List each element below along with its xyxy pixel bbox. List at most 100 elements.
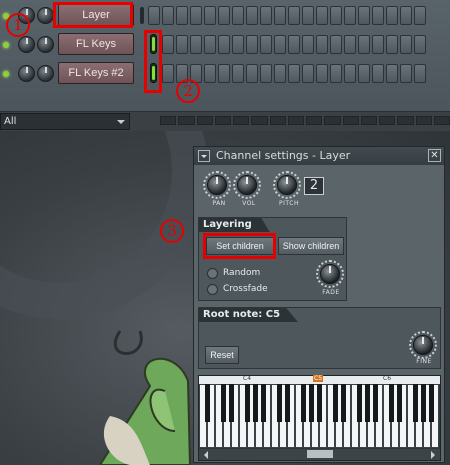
step-button[interactable] bbox=[204, 64, 216, 83]
step-button[interactable] bbox=[148, 6, 160, 25]
show-children-button[interactable]: Show children bbox=[278, 237, 344, 255]
pan-knob[interactable] bbox=[207, 175, 227, 195]
black-key[interactable] bbox=[316, 384, 322, 422]
step-button[interactable] bbox=[316, 6, 328, 25]
root-note-tab[interactable]: Root note: C5 bbox=[199, 308, 299, 322]
window-titlebar[interactable]: Channel settings - Layer ✕ bbox=[194, 147, 444, 165]
step-button[interactable] bbox=[400, 35, 412, 54]
pan-knob[interactable] bbox=[18, 36, 35, 53]
step-button[interactable] bbox=[330, 64, 342, 83]
step-button[interactable] bbox=[190, 35, 202, 54]
volume-knob[interactable] bbox=[37, 7, 54, 24]
black-key[interactable] bbox=[340, 384, 346, 422]
step-button[interactable] bbox=[260, 6, 272, 25]
reset-button[interactable]: Reset bbox=[205, 346, 239, 364]
step-button[interactable] bbox=[232, 6, 244, 25]
layering-tab[interactable]: Layering bbox=[199, 218, 270, 232]
channel-filter-dropdown[interactable]: All bbox=[0, 113, 130, 130]
step-button[interactable] bbox=[344, 6, 356, 25]
step-button[interactable] bbox=[274, 6, 286, 25]
scrollbar-thumb[interactable] bbox=[307, 450, 333, 458]
step-button[interactable] bbox=[204, 35, 216, 54]
step-button[interactable] bbox=[162, 6, 174, 25]
step-button[interactable] bbox=[246, 6, 258, 25]
black-key[interactable] bbox=[244, 384, 250, 422]
black-key[interactable] bbox=[412, 384, 418, 422]
pitch-range-display[interactable]: 2 bbox=[304, 177, 324, 195]
step-button[interactable] bbox=[330, 6, 342, 25]
black-key[interactable] bbox=[332, 384, 338, 422]
step-button[interactable] bbox=[386, 35, 398, 54]
random-radio[interactable] bbox=[207, 268, 218, 279]
volume-knob[interactable] bbox=[237, 175, 257, 195]
black-key[interactable] bbox=[252, 384, 258, 422]
step-button[interactable] bbox=[260, 64, 272, 83]
step-button[interactable] bbox=[232, 35, 244, 54]
step-button[interactable] bbox=[330, 35, 342, 54]
step-button[interactable] bbox=[288, 6, 300, 25]
fine-knob[interactable] bbox=[413, 335, 433, 355]
step-button[interactable] bbox=[302, 35, 314, 54]
step-button[interactable] bbox=[372, 6, 384, 25]
black-key[interactable] bbox=[308, 384, 314, 422]
step-button[interactable] bbox=[316, 64, 328, 83]
step-button[interactable] bbox=[344, 35, 356, 54]
step-button[interactable] bbox=[218, 64, 230, 83]
step-button[interactable] bbox=[190, 6, 202, 25]
black-key[interactable] bbox=[204, 384, 210, 422]
step-button[interactable] bbox=[344, 64, 356, 83]
step-button[interactable] bbox=[218, 6, 230, 25]
step-button[interactable] bbox=[246, 35, 258, 54]
step-button[interactable] bbox=[288, 35, 300, 54]
step-button[interactable] bbox=[176, 35, 188, 54]
black-key[interactable] bbox=[388, 384, 394, 422]
pan-knob[interactable] bbox=[18, 65, 35, 82]
step-button[interactable] bbox=[232, 64, 244, 83]
step-button[interactable] bbox=[358, 35, 370, 54]
step-button[interactable] bbox=[358, 64, 370, 83]
step-button[interactable] bbox=[204, 6, 216, 25]
pitch-knob[interactable] bbox=[277, 175, 297, 195]
scroll-left-icon[interactable] bbox=[200, 451, 208, 459]
step-button[interactable] bbox=[218, 35, 230, 54]
step-button[interactable] bbox=[400, 6, 412, 25]
black-key[interactable] bbox=[300, 384, 306, 422]
keyboard-scrollbar[interactable] bbox=[199, 449, 440, 460]
black-key[interactable] bbox=[276, 384, 282, 422]
black-key[interactable] bbox=[420, 384, 426, 422]
channel-led[interactable] bbox=[3, 42, 9, 48]
step-button[interactable] bbox=[372, 64, 384, 83]
step-button[interactable] bbox=[414, 64, 426, 83]
volume-knob[interactable] bbox=[37, 65, 54, 82]
channel-led[interactable] bbox=[3, 71, 9, 77]
step-button[interactable] bbox=[162, 35, 174, 54]
black-key[interactable] bbox=[428, 384, 434, 422]
window-menu-icon[interactable] bbox=[198, 150, 210, 162]
step-button[interactable] bbox=[386, 6, 398, 25]
step-button[interactable] bbox=[246, 64, 258, 83]
step-button[interactable] bbox=[162, 64, 174, 83]
step-button[interactable] bbox=[372, 35, 384, 54]
black-key[interactable] bbox=[284, 384, 290, 422]
channel-select-bar[interactable] bbox=[140, 7, 144, 24]
volume-knob[interactable] bbox=[37, 36, 54, 53]
scroll-right-icon[interactable] bbox=[431, 451, 439, 459]
step-button[interactable] bbox=[274, 64, 286, 83]
rack-scroll-strip[interactable] bbox=[160, 116, 450, 125]
black-key[interactable] bbox=[228, 384, 234, 422]
channel-button-fl-keys[interactable]: FL Keys bbox=[58, 33, 134, 55]
step-button[interactable] bbox=[176, 6, 188, 25]
step-button[interactable] bbox=[288, 64, 300, 83]
step-button[interactable] bbox=[274, 35, 286, 54]
step-button[interactable] bbox=[358, 6, 370, 25]
step-button[interactable] bbox=[400, 64, 412, 83]
black-key[interactable] bbox=[372, 384, 378, 422]
black-key[interactable] bbox=[356, 384, 362, 422]
step-button[interactable] bbox=[414, 35, 426, 54]
fade-knob[interactable] bbox=[320, 264, 340, 284]
black-key[interactable] bbox=[260, 384, 266, 422]
step-button[interactable] bbox=[260, 35, 272, 54]
black-key[interactable] bbox=[396, 384, 402, 422]
step-button[interactable] bbox=[302, 64, 314, 83]
piano-keys[interactable] bbox=[199, 384, 440, 448]
